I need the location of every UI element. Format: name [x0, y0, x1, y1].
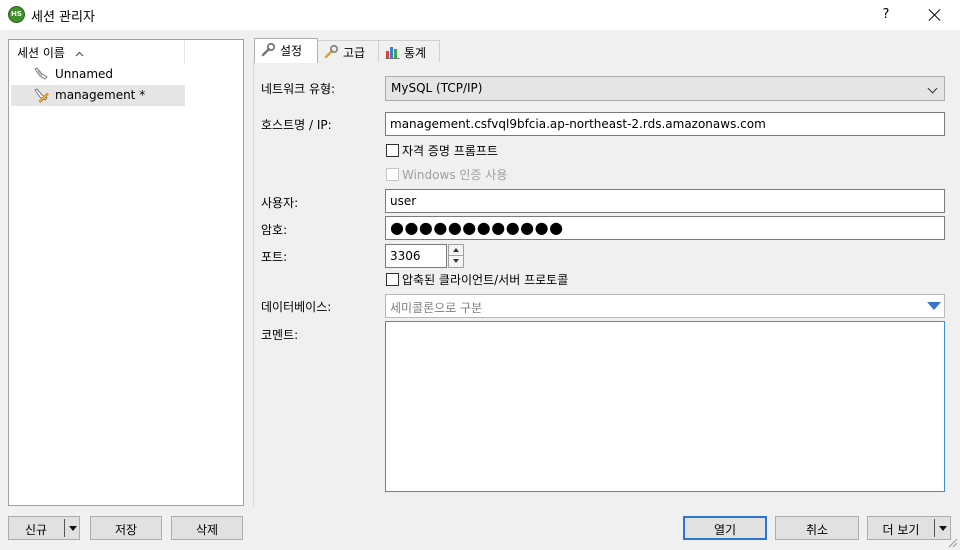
database-input[interactable]: 세미콜론으로 구분: [385, 294, 945, 318]
wrench-plus-icon: [324, 44, 339, 59]
network-type-label: 네트워크 유형:: [261, 82, 336, 96]
user-label: 사용자:: [261, 196, 299, 210]
password-input[interactable]: ●●●●●●●●●●●●: [385, 216, 945, 240]
delete-button[interactable]: 삭제: [171, 516, 243, 540]
chevron-down-icon: [927, 83, 938, 94]
credential-prompt-checkbox[interactable]: 자격 증명 프롬프트: [385, 142, 498, 158]
session-item-management[interactable]: management *: [11, 85, 185, 106]
password-label: 암호:: [261, 223, 288, 237]
more-button[interactable]: 더 보기: [867, 516, 951, 540]
spin-down-icon[interactable]: [449, 256, 463, 267]
dropdown-arrow-icon[interactable]: [69, 526, 77, 531]
session-item-unnamed[interactable]: Unnamed: [11, 64, 185, 85]
cancel-button-label: 취소: [805, 523, 829, 537]
save-button[interactable]: 저장: [90, 516, 162, 540]
compressed-protocol-label: 압축된 클라이언트/서버 프로토콜: [402, 273, 569, 287]
checkbox-box: [386, 168, 399, 181]
open-button[interactable]: 열기: [683, 516, 767, 540]
dropdown-arrow-icon[interactable]: [927, 302, 941, 310]
windows-auth-label: Windows 인증 사용: [402, 168, 508, 182]
credential-prompt-label: 자격 증명 프롬프트: [402, 144, 498, 158]
checkbox-box[interactable]: [386, 144, 399, 157]
help-button[interactable]: ?: [874, 4, 898, 26]
split-divider: [934, 519, 935, 537]
split-divider: [64, 519, 65, 537]
port-spinner[interactable]: [448, 244, 464, 268]
session-edit-icon: [34, 88, 49, 103]
save-button-label: 저장: [114, 523, 138, 537]
new-button-label: 신규: [24, 523, 48, 537]
tab-settings-label: 설정: [280, 44, 303, 58]
port-label: 포트:: [261, 250, 288, 264]
compressed-protocol-checkbox[interactable]: 압축된 클라이언트/서버 프로토콜: [385, 271, 568, 287]
session-list[interactable]: 세션 이름 Unnamed management *: [8, 39, 244, 506]
hostname-label: 호스트명 / IP:: [261, 118, 332, 132]
bar-chart-icon: [385, 47, 400, 59]
tab-settings[interactable]: 설정: [254, 38, 318, 63]
tab-advanced-label: 고급: [343, 46, 366, 60]
close-button[interactable]: [922, 4, 948, 26]
session-name-header-label: 세션 이름: [17, 46, 65, 60]
session-icon: [34, 67, 48, 80]
windows-auth-checkbox: Windows 인증 사용: [385, 166, 507, 182]
tab-statistics[interactable]: 통계: [378, 40, 440, 62]
cancel-button[interactable]: 취소: [775, 516, 859, 540]
window-title: 세션 관리자: [31, 10, 95, 25]
comment-label: 코멘트:: [261, 328, 299, 342]
dropdown-arrow-icon[interactable]: [939, 526, 947, 531]
network-type-value: MySQL (TCP/IP): [391, 81, 483, 95]
tab-advanced[interactable]: 고급: [317, 40, 379, 62]
spin-up-icon[interactable]: [449, 245, 463, 256]
resize-grip-icon[interactable]: [946, 536, 958, 548]
open-button-label: 열기: [713, 523, 737, 537]
hostname-input[interactable]: management.csfvql9bfcia.ap-northeast-2.r…: [385, 112, 945, 136]
heidisql-logo-icon: [8, 6, 25, 23]
database-label: 데이터베이스:: [261, 300, 332, 314]
network-type-select[interactable]: MySQL (TCP/IP): [385, 76, 945, 101]
delete-button-label: 삭제: [195, 523, 219, 537]
wrench-icon: [261, 42, 276, 57]
chevron-up-icon: [75, 51, 84, 57]
session-item-label: Unnamed: [55, 67, 114, 81]
session-name-column-header[interactable]: 세션 이름: [9, 40, 185, 64]
user-input[interactable]: user: [385, 189, 945, 213]
session-item-label: management *: [55, 88, 146, 102]
comment-textarea[interactable]: [385, 321, 945, 492]
checkbox-box[interactable]: [386, 273, 399, 286]
new-button[interactable]: 신규: [8, 516, 80, 540]
title-bar: 세션 관리자 ?: [0, 0, 960, 30]
database-placeholder: 세미콜론으로 구분: [390, 301, 483, 315]
tab-statistics-label: 통계: [404, 46, 427, 60]
more-button-label: 더 보기: [882, 523, 920, 537]
port-input[interactable]: 3306: [385, 244, 447, 268]
